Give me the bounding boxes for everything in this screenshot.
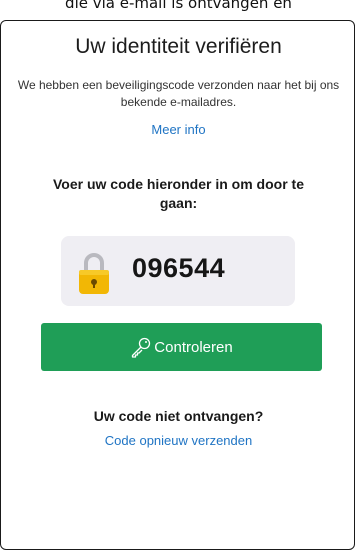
subtitle-text: We hebben een beveiligingscode verzonden… <box>17 78 340 109</box>
page-title: Uw identiteit verifiëren <box>75 35 282 58</box>
top-caption: die via e-mail is ontvangen en <box>65 0 292 12</box>
verification-code: 096544 <box>132 253 226 283</box>
verify-button-label: Controleren <box>154 338 233 356</box>
code-instruction: Voer uw code hieronder in om door te gaa… <box>53 176 304 211</box>
not-received-heading: Uw code niet ontvangen? <box>93 408 264 424</box>
key-icon <box>132 337 151 358</box>
verification-dialog: Uw identiteit verifiëren We hebben een b… <box>0 20 355 550</box>
resend-code-link[interactable]: Code opnieuw verzenden <box>1 433 356 448</box>
verify-button[interactable]: Controleren <box>41 323 322 371</box>
lock-icon <box>79 253 109 294</box>
code-display: 096544 <box>61 236 295 306</box>
more-info-link[interactable]: Meer info <box>1 122 356 137</box>
